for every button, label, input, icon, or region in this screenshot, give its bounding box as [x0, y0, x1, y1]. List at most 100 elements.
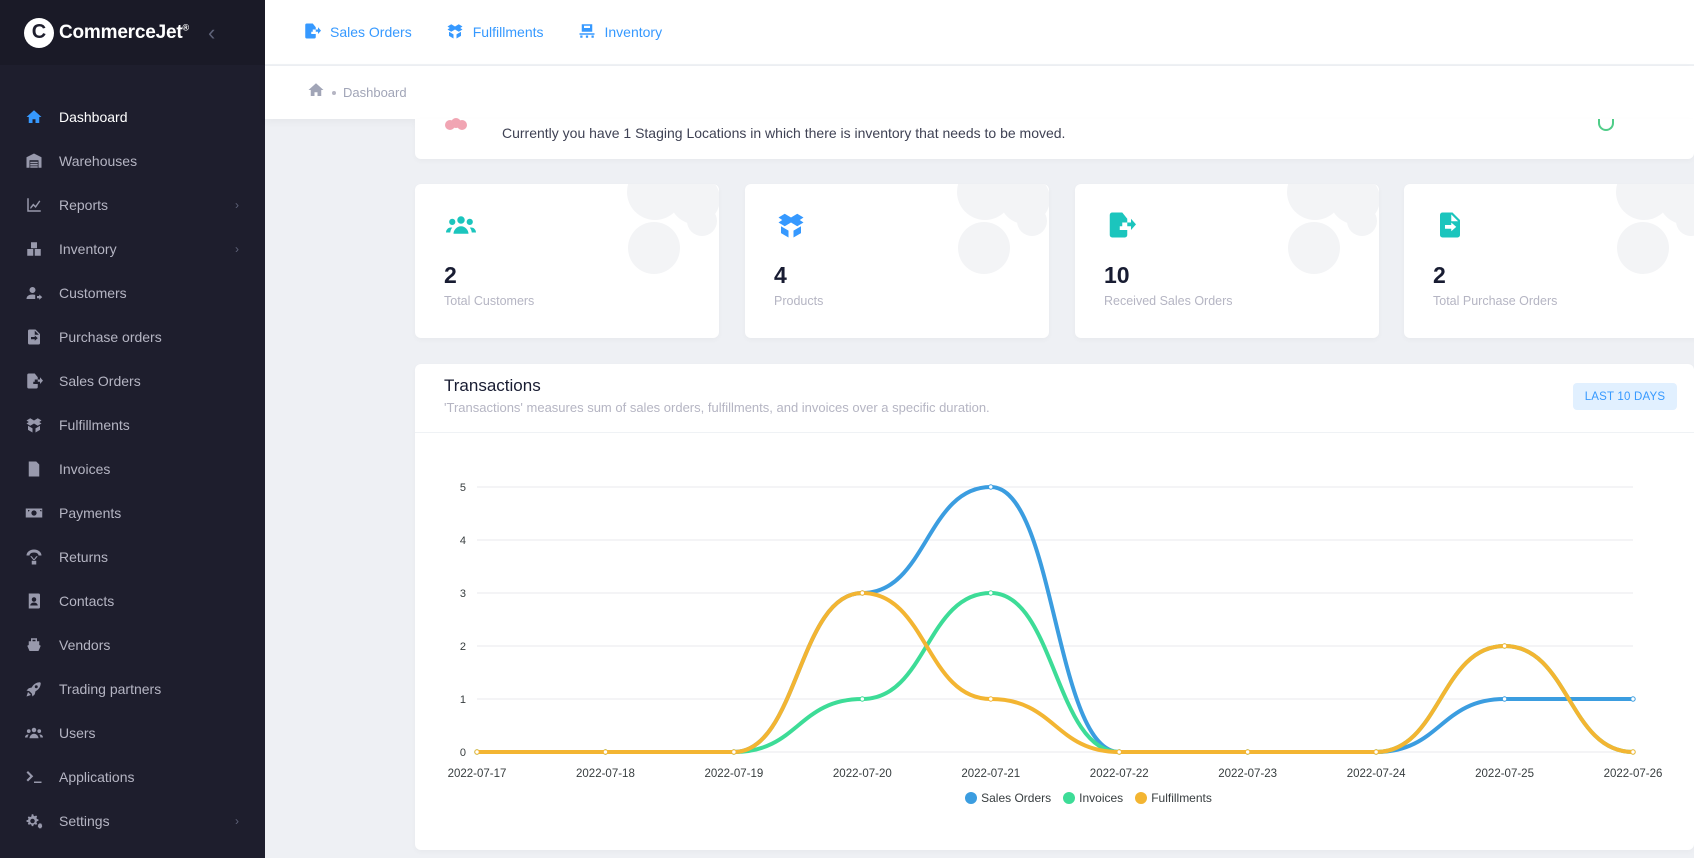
chevron-right-icon: ›: [235, 198, 239, 212]
address-book-icon: [24, 591, 44, 611]
y-tick-label: 3: [460, 588, 466, 600]
stat-label: Total Customers: [444, 294, 535, 308]
sidebar-item-label: Users: [59, 725, 96, 741]
transactions-chart: 0 1 2 3 4 5 2022-07-17 2022-07-18 2022-07-19 2022…: [448, 482, 1663, 780]
y-tick-label: 1: [460, 694, 466, 706]
data-point-invoices: [988, 590, 994, 596]
sidebar-item-reports[interactable]: Reports ›: [0, 183, 265, 227]
data-point-invoices: [859, 696, 866, 702]
series-line-sales-orders: [475, 484, 1635, 755]
sidebar-item-purchase-orders[interactable]: Purchase orders: [0, 315, 265, 359]
stat-label: Products: [774, 294, 824, 308]
money-bill-icon: [24, 503, 44, 523]
chart-legend: Sales Orders Invoices Fulfillments: [415, 791, 1694, 805]
sidebar-item-customers[interactable]: Customers: [0, 271, 265, 315]
top-nav-label: Sales Orders: [330, 24, 412, 40]
x-tick-label: 2022-07-26: [1604, 768, 1663, 780]
chevron-right-icon: ›: [235, 814, 239, 828]
stat-value: 2: [1433, 262, 1446, 288]
sidebar-nav: Dashboard Warehouses Reports › Inventory › Cus…: [0, 95, 265, 843]
legend-item-sales-orders[interactable]: Sales Orders: [965, 791, 1051, 805]
x-tick-label: 2022-07-23: [1218, 768, 1277, 780]
sidebar-item-label: Contacts: [59, 593, 115, 609]
stat-card-total-purchase-orders[interactable]: 2 Total Purchase Orders: [1404, 184, 1694, 338]
sidebar-item-returns[interactable]: Returns: [0, 535, 265, 579]
top-nav-sales-orders[interactable]: Sales Orders: [303, 22, 412, 43]
top-nav: Sales Orders Fulfillments Inventory: [265, 0, 1694, 65]
sidebar-item-label: Fulfillments: [59, 417, 130, 433]
x-tick-label: 2022-07-18: [576, 768, 635, 780]
sidebar-item-settings[interactable]: Settings ›: [0, 799, 265, 843]
file-export-icon: [303, 22, 330, 43]
brand-trademark: ®: [182, 22, 189, 33]
sidebar-item-contacts[interactable]: Contacts: [0, 579, 265, 623]
data-point-sales-orders: [1501, 696, 1508, 702]
transactions-card: Transactions 'Transactions' measures sum…: [415, 364, 1694, 850]
legend-label: Invoices: [1079, 791, 1124, 805]
sidebar-item-label: Settings: [59, 813, 110, 829]
sidebar-item-fulfillments[interactable]: Fulfillments: [0, 403, 265, 447]
top-nav-inventory[interactable]: Inventory: [578, 22, 662, 43]
sidebar-item-users[interactable]: Users: [0, 711, 265, 755]
home-icon[interactable]: [307, 81, 325, 104]
brand[interactable]: C CommerceJet®: [0, 0, 265, 65]
box-open-icon: [446, 22, 473, 43]
ship-icon: [24, 635, 44, 655]
sidebar-item-label: Purchase orders: [59, 329, 162, 345]
terminal-icon: [24, 767, 44, 787]
file-import-icon: [24, 327, 44, 347]
warehouse-icon: [24, 151, 44, 171]
sidebar-item-label: Payments: [59, 505, 122, 521]
sidebar-item-warehouses[interactable]: Warehouses: [0, 139, 265, 183]
data-point-fulfillments: [731, 749, 737, 755]
sidebar-item-invoices[interactable]: Invoices: [0, 447, 265, 491]
sidebar-item-label: Dashboard: [59, 109, 128, 125]
decor-bubble: [958, 222, 1010, 274]
sidebar-collapse-icon[interactable]: ‹: [208, 20, 215, 46]
stat-card-products[interactable]: 4 Products: [745, 184, 1049, 338]
sidebar-item-inventory[interactable]: Inventory ›: [0, 227, 265, 271]
y-tick-label: 2: [460, 641, 466, 653]
boxes-icon: [24, 239, 44, 259]
users-icon: [443, 210, 479, 240]
rocket-icon: [24, 679, 44, 699]
sidebar-item-trading-partners[interactable]: Trading partners: [0, 667, 265, 711]
alert-icon: [442, 117, 470, 133]
sidebar-item-label: Invoices: [59, 461, 111, 477]
top-nav-label: Fulfillments: [472, 24, 544, 40]
legend-item-invoices[interactable]: Invoices: [1063, 791, 1123, 805]
stat-card-received-sales-orders[interactable]: 10 Received Sales Orders: [1075, 184, 1379, 338]
decor-bubble: [1347, 206, 1377, 236]
sidebar-item-applications[interactable]: Applications: [0, 755, 265, 799]
sidebar-item-vendors[interactable]: Vendors: [0, 623, 265, 667]
top-nav-fulfillments[interactable]: Fulfillments: [446, 22, 544, 43]
decor-bubble: [1288, 222, 1340, 274]
users-icon: [24, 723, 44, 743]
data-point-fulfillments: [1501, 643, 1508, 649]
sidebar-item-dashboard[interactable]: Dashboard: [0, 95, 265, 139]
sidebar-item-label: Inventory: [59, 241, 117, 257]
alert-action-icon[interactable]: [1598, 119, 1614, 131]
y-tick-label: 5: [460, 482, 466, 494]
box-open-icon: [773, 210, 809, 240]
data-point-fulfillments: [474, 749, 480, 755]
sidebar-item-payments[interactable]: Payments: [0, 491, 265, 535]
invoice-icon: [24, 459, 44, 479]
legend-item-fulfillments[interactable]: Fulfillments: [1135, 791, 1212, 805]
parachute-box-icon: [24, 547, 44, 567]
legend-marker: [1063, 792, 1076, 804]
decor-bubble: [1676, 206, 1694, 236]
legend-marker: [965, 792, 978, 804]
sidebar-item-sales-orders[interactable]: Sales Orders: [0, 359, 265, 403]
data-point-fulfillments: [1373, 749, 1379, 755]
sidebar: C CommerceJet® ‹ Dashboard Warehouses Repo…: [0, 0, 265, 858]
y-tick-label: 4: [460, 535, 466, 547]
stat-label: Total Purchase Orders: [1433, 294, 1558, 308]
breadcrumb: Dashboard: [265, 66, 1694, 119]
sidebar-item-label: Reports: [59, 197, 109, 213]
decor-bubble: [1617, 222, 1669, 274]
data-point-fulfillments: [988, 696, 994, 702]
stat-card-total-customers[interactable]: 2 Total Customers: [415, 184, 719, 338]
x-tick-label: 2022-07-19: [704, 768, 763, 780]
sidebar-item-label: Returns: [59, 549, 109, 565]
